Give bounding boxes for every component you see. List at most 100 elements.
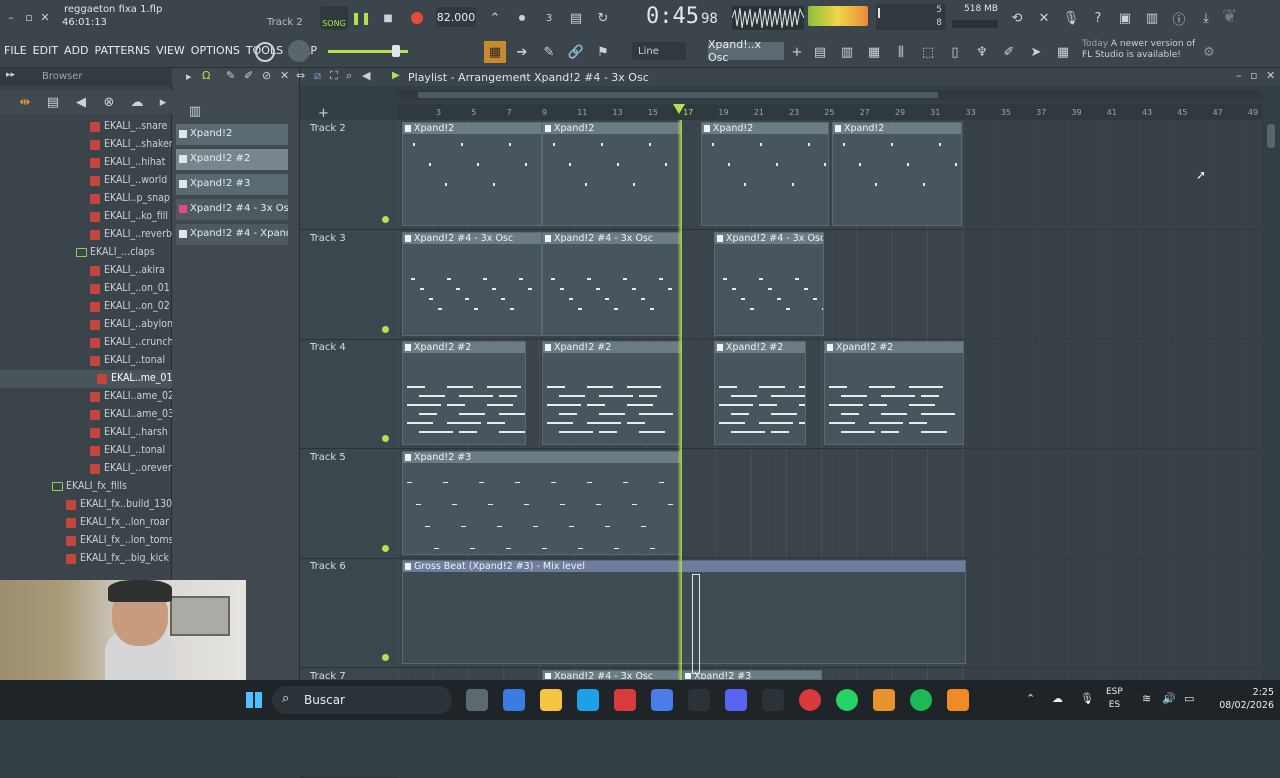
tools-icon[interactable]: ➤ bbox=[1025, 41, 1047, 63]
browser-collapse-icon[interactable]: ⇹ bbox=[14, 91, 36, 113]
news-panel[interactable]: Today A newer version of FL Studio is av… bbox=[1082, 39, 1202, 61]
mute-tool-icon[interactable]: ✕ bbox=[280, 69, 289, 82]
slice-tool-icon[interactable]: ⧄ bbox=[314, 69, 321, 83]
browser-file[interactable]: EKALI..ame_02 bbox=[0, 388, 174, 406]
stop-button[interactable]: ■ bbox=[377, 7, 399, 29]
undo-history-icon[interactable]: ⟲ bbox=[1006, 7, 1028, 29]
playlist-clip[interactable]: Xpand!2 #2 bbox=[402, 341, 526, 445]
browser-file[interactable]: EKALI_..akira bbox=[0, 262, 172, 280]
browser-file[interactable]: EKALI..p_snap bbox=[0, 190, 172, 208]
browser-file[interactable]: EKALI_fx_..lon_toms bbox=[0, 532, 174, 550]
track-mute-led[interactable] bbox=[382, 216, 389, 223]
snap-selector[interactable]: Line bbox=[632, 42, 686, 60]
menu-item-view[interactable]: VIEW bbox=[156, 44, 185, 57]
browser-file[interactable]: EKALI_fx_..big_kick bbox=[0, 550, 172, 568]
plugin-picker-icon[interactable]: ♆ bbox=[971, 41, 993, 63]
menu-item-add[interactable]: ADD bbox=[64, 44, 88, 57]
browser-file[interactable]: EKALI_..tonal bbox=[0, 352, 172, 370]
paint-tool-icon[interactable]: ✐ bbox=[244, 69, 253, 82]
help-icon[interactable]: ? bbox=[1087, 7, 1109, 29]
wait-for-input-icon[interactable]: ⏺ bbox=[511, 7, 533, 29]
draw-tool-icon[interactable]: ✎ bbox=[226, 69, 235, 82]
playlist-close-icon[interactable]: ✕ bbox=[1266, 69, 1275, 82]
browser-file[interactable]: EKALI_..tonal bbox=[0, 442, 172, 460]
track-header[interactable]: Track 4 bbox=[300, 339, 398, 449]
volume-icon[interactable]: 🔊 bbox=[1162, 692, 1176, 705]
playlist-clip[interactable]: Xpand!2 #4 - 3x Osc bbox=[542, 231, 682, 336]
magnet-link-icon[interactable]: 🔗 bbox=[565, 41, 587, 63]
playlist-window-icon[interactable]: ▤ bbox=[809, 41, 831, 63]
playlist-clip[interactable]: Xpand!2 #2 bbox=[542, 341, 682, 445]
fl-studio-taskbar-icon[interactable] bbox=[873, 689, 895, 711]
song-mode-toggle[interactable]: SONG bbox=[320, 6, 348, 30]
add-pattern-icon[interactable]: + bbox=[786, 41, 808, 63]
app-icon[interactable] bbox=[651, 689, 673, 711]
browser-file[interactable]: EKALI_fx..build_130 bbox=[0, 496, 172, 514]
steam-icon[interactable] bbox=[762, 689, 784, 711]
playlist-clip[interactable]: Gross Beat (Xpand!2 #3) - Mix level bbox=[402, 560, 966, 664]
zoom-tool-icon[interactable]: ⌕ bbox=[346, 69, 352, 83]
browser-file[interactable]: EKALI_..on_01 bbox=[0, 280, 172, 298]
taskbar-clock[interactable]: 2:25 08/02/2026 bbox=[1206, 686, 1274, 712]
discord-icon[interactable] bbox=[725, 689, 747, 711]
save-icon[interactable]: ▣ bbox=[1114, 7, 1136, 29]
browser-menu-arrow-icon[interactable]: ▸▸ bbox=[6, 70, 15, 80]
playlist-snap-arrow-icon[interactable]: ▸ bbox=[186, 70, 192, 83]
browser-icon[interactable]: ▯ bbox=[944, 41, 966, 63]
playlist-clip[interactable]: Xpand!2 #4 - 3x Osc bbox=[542, 669, 682, 680]
menu-item-edit[interactable]: EDIT bbox=[33, 44, 58, 57]
delete-tool-icon[interactable]: ⊘ bbox=[262, 69, 271, 82]
play-pause-button[interactable]: ❚❚ bbox=[350, 7, 372, 29]
browser-file[interactable]: EKALI_..snare bbox=[0, 118, 172, 136]
fl-studio-alt-icon[interactable] bbox=[947, 689, 969, 711]
news-icon[interactable]: ▦ bbox=[1052, 41, 1074, 63]
pattern-item[interactable]: Xpand!2 bbox=[176, 124, 288, 145]
folder-icon[interactable] bbox=[540, 689, 562, 711]
playback-tool-icon[interactable]: ◀ bbox=[362, 69, 370, 82]
record-button[interactable] bbox=[406, 7, 428, 29]
menu-item-options[interactable]: OPTIONS bbox=[191, 44, 240, 57]
playlist-view-icon[interactable]: ▦ bbox=[484, 41, 506, 63]
playlist-clip[interactable]: Xpand!2 #2 bbox=[714, 341, 806, 445]
tray-cloud-icon[interactable]: ☁ bbox=[1052, 692, 1063, 705]
capcut-icon[interactable] bbox=[688, 689, 710, 711]
battery-icon[interactable]: ▭ bbox=[1184, 692, 1194, 705]
touch-keyboard-icon[interactable]: ✐ bbox=[998, 41, 1020, 63]
tray-chevron-icon[interactable]: ⌃ bbox=[1026, 692, 1035, 705]
news-settings-icon[interactable]: ⚙ bbox=[1198, 41, 1220, 63]
track-header[interactable]: Track 5 bbox=[300, 449, 398, 559]
wifi-icon[interactable]: ≋ bbox=[1142, 692, 1151, 705]
magnet-icon[interactable]: Ω bbox=[202, 69, 210, 82]
pattern-item[interactable]: Xpand!2 #3 bbox=[176, 174, 288, 195]
pattern-item[interactable]: Xpand!2 #4 - 3x Osc bbox=[176, 199, 288, 220]
pattern-item[interactable]: Xpand!2 #4 - Xpand!2 #4 bbox=[176, 224, 288, 245]
pattern-picker-icon[interactable]: ▥ bbox=[184, 100, 206, 122]
opera-icon[interactable] bbox=[799, 689, 821, 711]
browser-link-icon[interactable]: ⊗ bbox=[98, 91, 120, 113]
track-mute-led[interactable] bbox=[382, 654, 389, 661]
playlist-minimize-icon[interactable]: – bbox=[1236, 69, 1242, 82]
browser-file[interactable]: EKALI_..crunch bbox=[0, 334, 173, 352]
track-mute-led[interactable] bbox=[382, 435, 389, 442]
track-header[interactable]: Track 2 bbox=[300, 120, 398, 230]
browser-file[interactable]: EKAL..me_01 bbox=[0, 370, 172, 388]
browser-file[interactable]: EKALI_..orever bbox=[0, 460, 172, 478]
browser-view-icon[interactable]: ▤ bbox=[42, 91, 64, 113]
metronome-icon[interactable]: ⌃ bbox=[484, 7, 506, 29]
channel-rack-icon[interactable]: ▦ bbox=[863, 41, 885, 63]
browser-file[interactable]: EKALI_..ko_fill bbox=[0, 208, 172, 226]
track-header[interactable]: Track 3 bbox=[300, 230, 398, 340]
antivirus-icon[interactable] bbox=[614, 689, 636, 711]
browser-back-icon[interactable]: ◀ bbox=[70, 91, 92, 113]
plugin-icon[interactable]: ⬚ bbox=[917, 41, 939, 63]
track-header[interactable]: Track 6 bbox=[300, 558, 398, 668]
browser-file[interactable]: EKALI_..abylon bbox=[0, 316, 173, 334]
browser-folder[interactable]: EKALI_fx_fills bbox=[0, 478, 172, 496]
menu-item-file[interactable]: FILE bbox=[4, 44, 27, 57]
mixer-window-icon[interactable]: ✕ bbox=[1033, 7, 1055, 29]
step-edit-icon[interactable]: ▤ bbox=[565, 7, 587, 29]
pattern-item[interactable]: Xpand!2 #2 bbox=[176, 149, 288, 170]
playlist-clip[interactable]: Xpand!2 #4 - 3x Osc bbox=[714, 231, 824, 336]
arrow-icon[interactable]: ➔ bbox=[511, 41, 533, 63]
browser-file[interactable]: EKALI_fx_..lon_roar bbox=[0, 514, 172, 532]
